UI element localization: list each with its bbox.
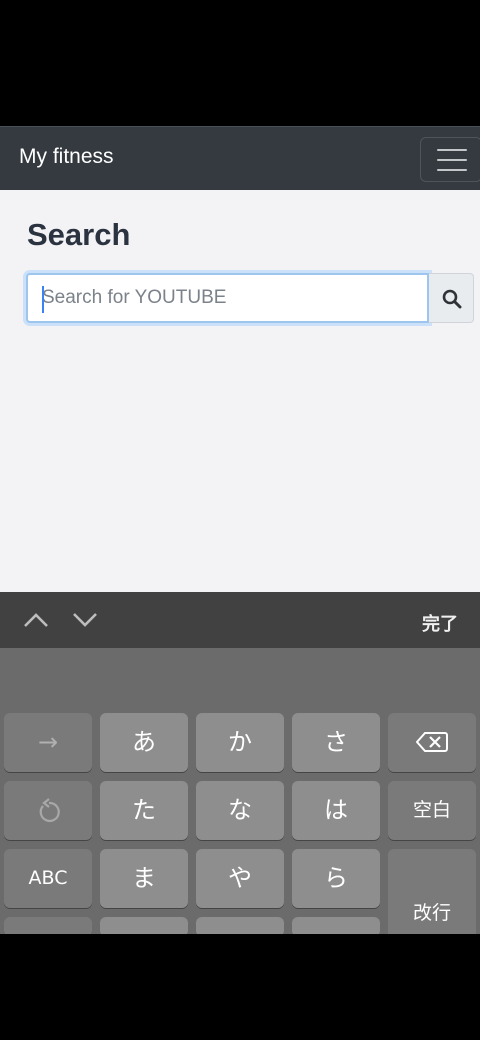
backspace-icon: [416, 732, 448, 752]
hamburger-icon: [437, 149, 467, 151]
abc-key[interactable]: ABC: [4, 849, 92, 908]
key-ka[interactable]: か: [196, 713, 284, 772]
return-key[interactable]: 改行: [388, 849, 476, 939]
search-button[interactable]: [429, 273, 474, 323]
search-placeholder: Search for YOUTUBE: [42, 287, 227, 308]
key-ta[interactable]: た: [100, 781, 188, 840]
hamburger-icon-bar: [437, 169, 467, 171]
search-group: Search for YOUTUBE: [26, 273, 474, 323]
hamburger-icon-bar: [437, 159, 467, 161]
key-arrow-right[interactable]: →: [4, 713, 92, 772]
main-content: Search Search for YOUTUBE: [0, 190, 480, 592]
search-input[interactable]: Search for YOUTUBE: [26, 273, 429, 323]
navbar-brand[interactable]: My fitness: [19, 145, 114, 169]
undo-icon: [39, 798, 60, 823]
bottom-bezel: [0, 934, 480, 1040]
search-icon: [442, 289, 462, 309]
done-button[interactable]: 完了: [422, 610, 458, 636]
key-na[interactable]: な: [196, 781, 284, 840]
key-ma[interactable]: ま: [100, 849, 188, 908]
phone-screen: My fitness Search Search for YOUTUBE 完了 …: [0, 0, 480, 1040]
key-sa[interactable]: さ: [292, 713, 380, 772]
backspace-key[interactable]: [388, 713, 476, 772]
chevron-down-icon[interactable]: [71, 608, 99, 632]
menu-toggle-button[interactable]: [420, 137, 480, 182]
key-ya[interactable]: や: [196, 849, 284, 908]
text-caret: [42, 286, 44, 313]
keyboard-accessory-bar: 完了: [0, 592, 480, 648]
chevron-up-icon[interactable]: [22, 608, 50, 632]
page-title: Search: [27, 217, 131, 252]
top-navbar: My fitness: [0, 126, 480, 190]
key-a[interactable]: あ: [100, 713, 188, 772]
japanese-keyboard: → あ か さ た な は 空白 ABC ま や ら 改行: [0, 648, 480, 939]
undo-key[interactable]: [4, 781, 92, 840]
space-key[interactable]: 空白: [388, 781, 476, 840]
key-ra[interactable]: ら: [292, 849, 380, 908]
key-ha[interactable]: は: [292, 781, 380, 840]
